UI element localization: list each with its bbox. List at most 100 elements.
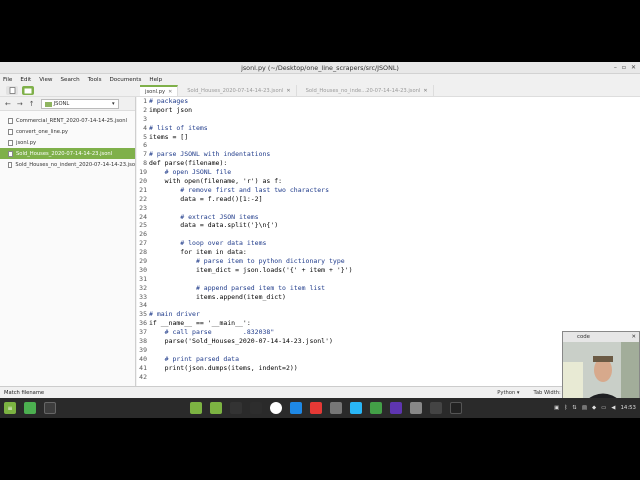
forward-arrow-icon[interactable]: → bbox=[17, 100, 23, 108]
file-icon bbox=[8, 150, 13, 157]
code-line[interactable]: 4 # list of items bbox=[137, 124, 640, 133]
menu-bar: File Edit View Search Tools Documents He… bbox=[0, 74, 640, 85]
status-bar: Match filename Python ▾ Tab Width: 4 ▾ bbox=[0, 386, 640, 398]
upwork-icon[interactable] bbox=[370, 402, 382, 414]
close-icon[interactable]: ✕ bbox=[631, 334, 636, 340]
camera-icon[interactable] bbox=[330, 402, 342, 414]
file-item[interactable]: Commercial_RENT_2020-07-14-14-25.jsonl bbox=[0, 115, 135, 126]
chrome-icon[interactable] bbox=[270, 402, 282, 414]
code-text: # main driver bbox=[149, 310, 200, 319]
code-line[interactable]: 1 # packages bbox=[137, 97, 640, 106]
close-tab-icon[interactable]: ✕ bbox=[423, 88, 427, 94]
code-line[interactable]: 3 bbox=[137, 115, 640, 124]
code-line[interactable]: 23 bbox=[137, 204, 640, 213]
close-button[interactable]: ✕ bbox=[631, 62, 636, 74]
pycharm-icon[interactable] bbox=[290, 402, 302, 414]
up-arrow-icon[interactable]: ↑ bbox=[29, 100, 35, 108]
system-monitor-icon[interactable] bbox=[230, 402, 242, 414]
webcam-titlebar: code ✕ bbox=[563, 332, 639, 342]
code-line[interactable]: 32 # append parsed item to item list bbox=[137, 284, 640, 293]
tab-sold-houses-no-indent[interactable]: Sold_Houses_no_inde...20-07-14-14-23.jso… bbox=[301, 85, 434, 96]
menu-help[interactable]: Help bbox=[149, 77, 162, 83]
system-tray: ▣ ᛒ ⇅ ▤ ◆ ▭ ◀ 14:53 bbox=[554, 405, 636, 411]
window-icon[interactable] bbox=[450, 402, 462, 414]
code-line[interactable]: 22 data = f.read()[1:-2] bbox=[137, 195, 640, 204]
code-line[interactable]: 2 import json bbox=[137, 106, 640, 115]
file-item-selected[interactable]: Sold_Houses_2020-07-14-14-23.jsonl bbox=[0, 148, 135, 159]
keyboard-layout-icon[interactable]: ▤ bbox=[582, 405, 587, 411]
screen-recorder-icon[interactable]: ▣ bbox=[554, 405, 559, 411]
code-line[interactable]: 5 items = [] bbox=[137, 133, 640, 142]
code-line[interactable]: 20 with open(filename, 'r') as f: bbox=[137, 177, 640, 186]
code-line[interactable]: 31 bbox=[137, 275, 640, 284]
shield-icon[interactable]: ◆ bbox=[592, 405, 596, 411]
file-icon bbox=[8, 117, 13, 124]
text-editor-icon[interactable] bbox=[410, 402, 422, 414]
telegram-icon[interactable] bbox=[350, 402, 362, 414]
folder-selector[interactable]: JSONL ▾ bbox=[40, 98, 119, 109]
menu-search[interactable]: Search bbox=[61, 77, 80, 83]
clock[interactable]: 14:53 bbox=[620, 405, 636, 411]
folder-icon[interactable] bbox=[210, 402, 222, 414]
show-desktop-icon[interactable] bbox=[24, 402, 36, 414]
code-line[interactable]: 25 data = data.split('}\n{') bbox=[137, 221, 640, 230]
code-line[interactable]: 27 # loop over data items bbox=[137, 239, 640, 248]
window-controls: – ▫ ✕ bbox=[614, 62, 636, 74]
battery-icon[interactable]: ▭ bbox=[601, 405, 606, 411]
file-item[interactable]: Sold_Houses_no_indent_2020-07-14-14-23.j… bbox=[0, 159, 135, 170]
media-player-icon[interactable] bbox=[310, 402, 322, 414]
tab-sold-houses[interactable]: Sold_Houses_2020-07-14-14-23.jsonl ✕ bbox=[182, 85, 297, 96]
code-line[interactable]: 33 items.append(item_dict) bbox=[137, 293, 640, 302]
menu-edit[interactable]: Edit bbox=[20, 77, 31, 83]
code-line[interactable]: 6 bbox=[137, 141, 640, 150]
code-line[interactable]: 21 # remove first and last two character… bbox=[137, 186, 640, 195]
code-line[interactable]: 7 # parse JSONL with indentations bbox=[137, 150, 640, 159]
bluetooth-icon[interactable]: ᛒ bbox=[564, 405, 567, 411]
back-arrow-icon[interactable]: ← bbox=[5, 100, 11, 108]
code-line[interactable]: 30 item_dict = json.loads('{' + item + '… bbox=[137, 266, 640, 275]
line-number: 29 bbox=[139, 257, 147, 266]
menu-file[interactable]: File bbox=[3, 77, 12, 83]
menu-documents[interactable]: Documents bbox=[110, 77, 142, 83]
tab-jsonl-py[interactable]: jsonl.py ✕ bbox=[140, 85, 179, 96]
network-icon[interactable]: ⇅ bbox=[572, 405, 577, 411]
language-selector[interactable]: Python ▾ bbox=[497, 390, 519, 396]
line-number: 37 bbox=[139, 328, 147, 337]
line-number: 27 bbox=[139, 239, 147, 248]
line-number: 38 bbox=[139, 337, 147, 346]
close-tab-icon[interactable]: ✕ bbox=[286, 88, 290, 94]
minimize-button[interactable]: – bbox=[614, 62, 617, 74]
folder-icon bbox=[44, 101, 52, 107]
code-text: items.append(item_dict) bbox=[149, 292, 286, 301]
code-text: def parse(filename): bbox=[149, 159, 228, 168]
code-line[interactable]: 19 # open JSONL file bbox=[137, 168, 640, 177]
code-line[interactable]: 8 def parse(filename): bbox=[137, 159, 640, 168]
file-browser-button[interactable] bbox=[22, 86, 34, 95]
new-document-button[interactable] bbox=[6, 86, 18, 95]
file-item[interactable]: convert_one_line.py bbox=[0, 126, 135, 137]
close-tab-icon[interactable]: ✕ bbox=[168, 89, 172, 95]
files-icon[interactable] bbox=[190, 402, 202, 414]
terminal-window-icon[interactable] bbox=[430, 402, 442, 414]
menu-view[interactable]: View bbox=[39, 77, 52, 83]
code-line[interactable]: 35 # main driver bbox=[137, 310, 640, 319]
gedit-icon[interactable] bbox=[390, 402, 402, 414]
letterbox-bottom bbox=[0, 418, 640, 480]
code-line[interactable]: 29 # parse item to python dictionary typ… bbox=[137, 257, 640, 266]
webcam-title: code bbox=[577, 334, 591, 340]
code-line[interactable]: 36 if __name__ == '__main__': bbox=[137, 319, 640, 328]
terminal-icon[interactable] bbox=[44, 402, 56, 414]
menu-tools[interactable]: Tools bbox=[88, 77, 102, 83]
code-line[interactable]: 28 for item in data: bbox=[137, 248, 640, 257]
maximize-button[interactable]: ▫ bbox=[622, 62, 626, 74]
file-item[interactable]: jsonl.py bbox=[0, 137, 135, 148]
file-name: Commercial_RENT_2020-07-14-14-25.jsonl bbox=[16, 117, 127, 124]
menu-icon[interactable]: ≡ bbox=[4, 402, 16, 414]
code-line[interactable]: 34 bbox=[137, 301, 640, 310]
terminal-icon[interactable] bbox=[250, 402, 262, 414]
code-line[interactable]: 26 bbox=[137, 230, 640, 239]
volume-icon[interactable]: ◀ bbox=[611, 405, 615, 411]
folder-icon bbox=[24, 88, 32, 94]
line-number: 22 bbox=[139, 194, 147, 203]
code-line[interactable]: 24 # extract JSON items bbox=[137, 213, 640, 222]
